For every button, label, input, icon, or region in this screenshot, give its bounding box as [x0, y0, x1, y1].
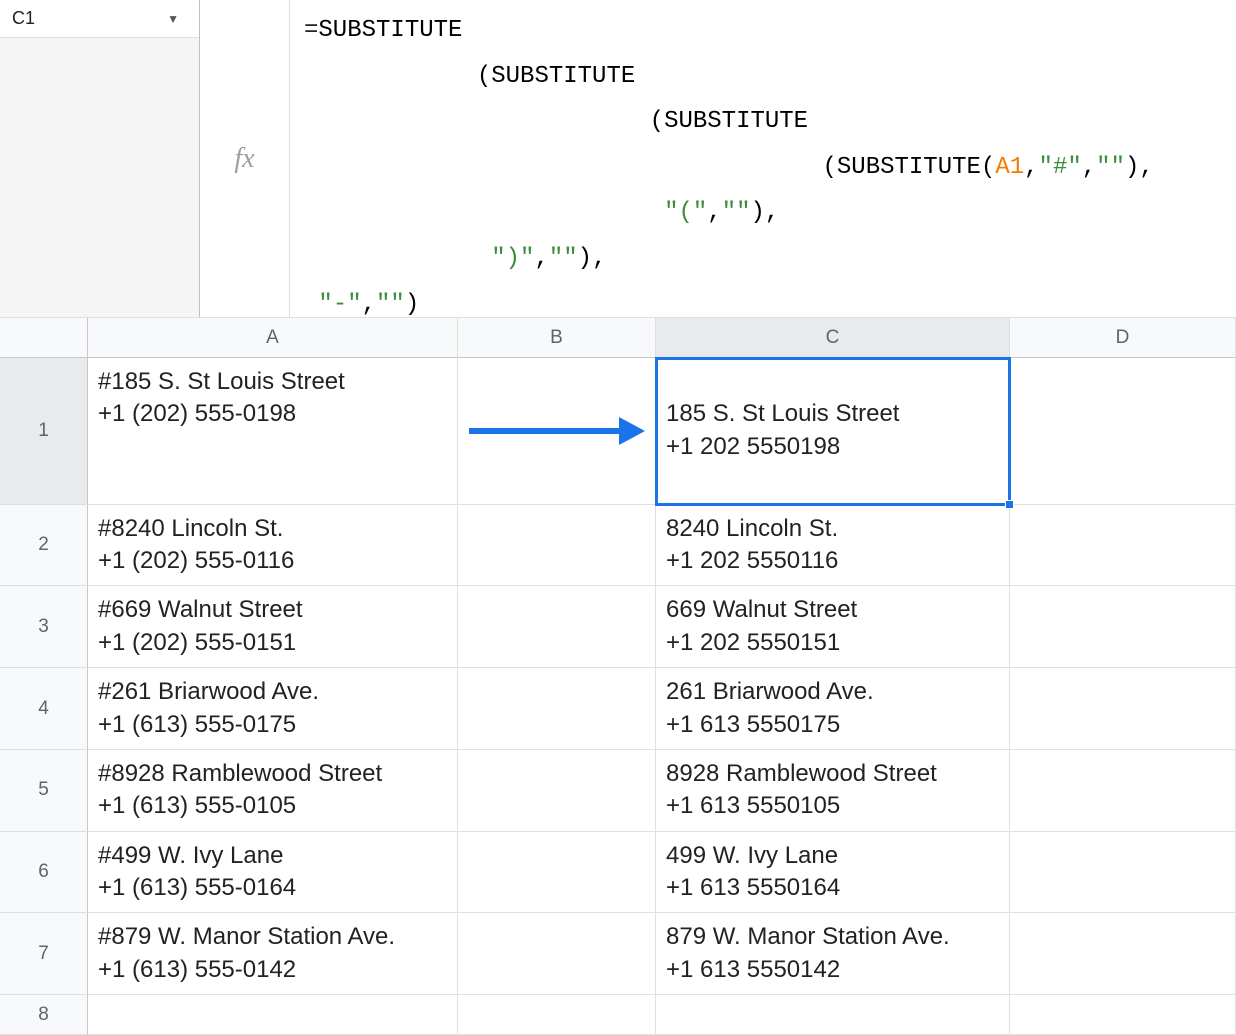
cell-a4[interactable]: #261 Briarwood Ave. +1 (613) 555-0175 [88, 668, 458, 750]
cell-d2[interactable] [1010, 505, 1236, 587]
column-header-d[interactable]: D [1010, 318, 1236, 358]
cell-c3[interactable]: 669 Walnut Street +1 202 5550151 [656, 586, 1010, 668]
cell-b7[interactable] [458, 913, 656, 995]
cell-b3[interactable] [458, 586, 656, 668]
cell-b1[interactable] [458, 358, 656, 505]
cell-a7[interactable]: #879 W. Manor Station Ave. +1 (613) 555-… [88, 913, 458, 995]
cell-a3[interactable]: #669 Walnut Street +1 (202) 555-0151 [88, 586, 458, 668]
name-box[interactable]: C1 ▼ [0, 0, 199, 38]
cell-d4[interactable] [1010, 668, 1236, 750]
cell-a2[interactable]: #8240 Lincoln St. +1 (202) 555-0116 [88, 505, 458, 587]
cell-c4[interactable]: 261 Briarwood Ave. +1 613 5550175 [656, 668, 1010, 750]
row-header-5[interactable]: 5 [0, 750, 88, 832]
cell-d5[interactable] [1010, 750, 1236, 832]
name-box-filler [0, 38, 199, 317]
chevron-down-icon[interactable]: ▼ [167, 12, 179, 26]
row-header-6[interactable]: 6 [0, 832, 88, 914]
cell-a1[interactable]: #185 S. St Louis Street +1 (202) 555-019… [88, 358, 458, 505]
cell-b6[interactable] [458, 832, 656, 914]
fx-icon: fx [234, 143, 254, 175]
cell-b4[interactable] [458, 668, 656, 750]
select-all-corner[interactable] [0, 318, 88, 358]
cell-c7[interactable]: 879 W. Manor Station Ave. +1 613 5550142 [656, 913, 1010, 995]
cell-b5[interactable] [458, 750, 656, 832]
fill-handle[interactable] [1005, 500, 1014, 509]
fx-label-container: fx [200, 0, 290, 317]
cell-d6[interactable] [1010, 832, 1236, 914]
cell-d7[interactable] [1010, 913, 1236, 995]
cell-c1[interactable]: 185 S. St Louis Street +1 202 5550198 [656, 358, 1010, 505]
cell-c8[interactable] [656, 995, 1010, 1035]
cell-c2[interactable]: 8240 Lincoln St. +1 202 5550116 [656, 505, 1010, 587]
formula-input[interactable]: =SUBSTITUTE (SUBSTITUTE (SUBSTITUTE (SUB… [290, 0, 1236, 317]
row-header-8[interactable]: 8 [0, 995, 88, 1035]
row-header-1[interactable]: 1 [0, 358, 88, 505]
cell-c5[interactable]: 8928 Ramblewood Street +1 613 5550105 [656, 750, 1010, 832]
name-box-value: C1 [12, 8, 35, 29]
row-header-7[interactable]: 7 [0, 913, 88, 995]
column-header-b[interactable]: B [458, 318, 656, 358]
cell-a8[interactable] [88, 995, 458, 1035]
row-header-2[interactable]: 2 [0, 505, 88, 587]
row-header-3[interactable]: 3 [0, 586, 88, 668]
cell-d8[interactable] [1010, 995, 1236, 1035]
cell-d3[interactable] [1010, 586, 1236, 668]
cell-b2[interactable] [458, 505, 656, 587]
formula-bar-section: C1 ▼ fx =SUBSTITUTE (SUBSTITUTE (SUBSTIT… [0, 0, 1236, 318]
cell-b8[interactable] [458, 995, 656, 1035]
name-box-container: C1 ▼ [0, 0, 200, 317]
arrow-icon [469, 417, 645, 445]
cell-a6[interactable]: #499 W. Ivy Lane +1 (613) 555-0164 [88, 832, 458, 914]
cell-c6[interactable]: 499 W. Ivy Lane +1 613 5550164 [656, 832, 1010, 914]
spreadsheet-grid: A B C D 1 #185 S. St Louis Street +1 (20… [0, 318, 1236, 1035]
row-header-4[interactable]: 4 [0, 668, 88, 750]
cell-a5[interactable]: #8928 Ramblewood Street +1 (613) 555-010… [88, 750, 458, 832]
column-header-a[interactable]: A [88, 318, 458, 358]
column-header-c[interactable]: C [656, 318, 1010, 358]
cell-d1[interactable] [1010, 358, 1236, 505]
